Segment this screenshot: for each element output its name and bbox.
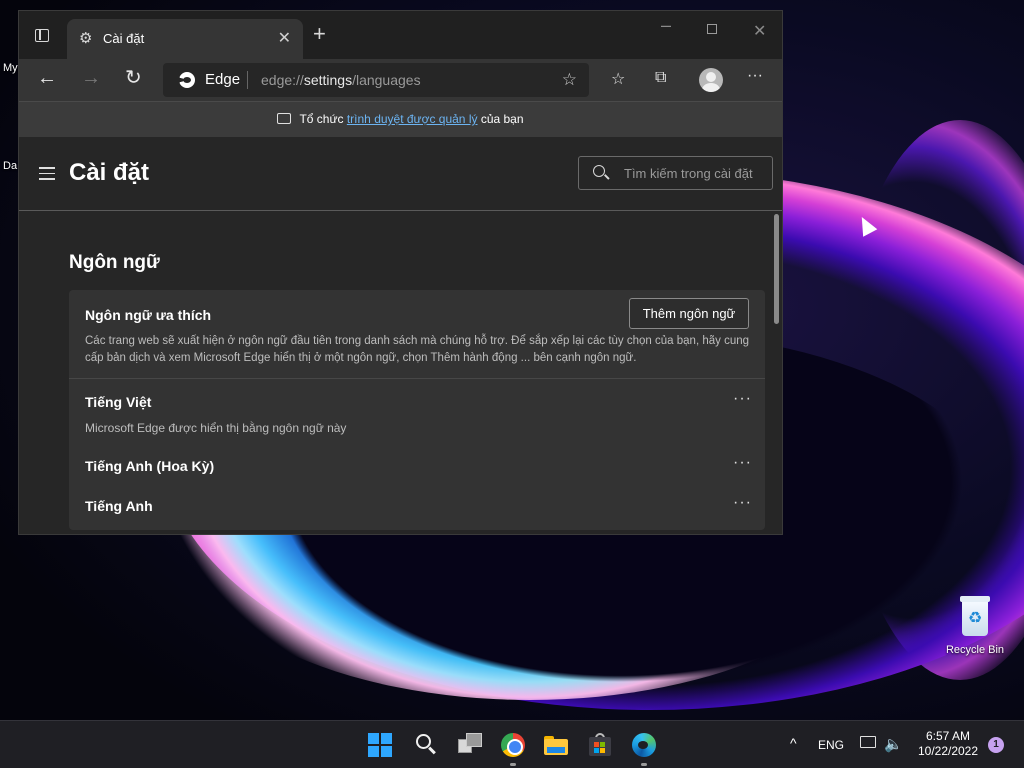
edge-browser-window: ⚙ Cài đặt ✕ + – ✕ ← → ↻ Edge edge://sett… — [18, 10, 783, 535]
section-title: Ngôn ngữ — [69, 252, 160, 273]
running-indicator — [510, 763, 516, 766]
favorites-icon[interactable]: ☆ — [611, 69, 625, 89]
hamburger-menu-icon[interactable] — [39, 167, 55, 184]
managed-browser-banner: Tổ chức trình duyệt được quản lý của bạn — [19, 101, 782, 137]
settings-page: Cài đặt Tìm kiếm trong cài đặt Ngôn ngữ … — [19, 137, 782, 534]
clock-date: 10/22/2022 — [917, 744, 979, 758]
preferred-languages-description: Các trang web sẽ xuất hiện ở ngôn ngữ đầ… — [85, 335, 750, 364]
running-indicator — [641, 763, 647, 766]
desktop-icon-label-partial[interactable]: Da — [3, 160, 17, 172]
banner-prefix: Tổ chức — [299, 112, 347, 126]
refresh-icon[interactable]: ↻ — [125, 67, 142, 89]
desktop-icon-label-partial[interactable]: My — [3, 62, 18, 74]
add-favorite-icon[interactable]: ☆ — [562, 70, 577, 90]
url-text[interactable]: edge://settings/languages — [261, 72, 421, 88]
address-bar[interactable]: Edge edge://settings/languages ☆ — [163, 63, 589, 97]
window-close-button[interactable]: ✕ — [753, 21, 766, 41]
back-arrow-icon[interactable]: ← — [37, 67, 57, 89]
preferred-languages-card: Ngôn ngữ ưa thích Thêm ngôn ngữ Các tran… — [69, 290, 765, 530]
edge-icon[interactable] — [632, 733, 656, 757]
settings-header: Cài đặt Tìm kiếm trong cài đặt — [19, 137, 782, 211]
language-more-actions-button[interactable]: ··· — [733, 494, 752, 512]
clock-time: 6:57 AM — [925, 729, 971, 743]
notification-badge[interactable]: 1 — [988, 737, 1004, 753]
settings-content: Ngôn ngữ Ngôn ngữ ưa thích Thêm ngôn ngữ… — [19, 212, 774, 534]
title-bar: ⚙ Cài đặt ✕ + – ✕ — [19, 11, 782, 59]
search-placeholder: Tìm kiếm trong cài đặt — [624, 166, 753, 181]
tab-actions-icon[interactable] — [29, 25, 55, 47]
language-more-actions-button[interactable]: ··· — [733, 454, 752, 472]
chrome-icon[interactable] — [501, 733, 525, 757]
tab-title: Cài đặt — [103, 31, 145, 46]
language-item-subtitle: Microsoft Edge được hiển thị bằng ngôn n… — [85, 421, 347, 435]
managed-link[interactable]: trình duyệt được quản lý — [347, 112, 478, 126]
tab-settings[interactable]: ⚙ Cài đặt ✕ — [67, 19, 303, 59]
address-brand: Edge — [205, 71, 241, 88]
add-language-button[interactable]: Thêm ngôn ngữ — [629, 298, 749, 329]
forward-arrow-icon[interactable]: → — [81, 67, 101, 89]
recycle-bin-icon: ♻ — [958, 594, 992, 638]
taskbar: ^ ENG 🔈 6:57 AM 10/22/2022 1 — [0, 720, 1024, 768]
profile-avatar-icon[interactable] — [699, 68, 723, 92]
language-item-name: Tiếng Anh — [85, 498, 153, 514]
settings-search-input[interactable]: Tìm kiếm trong cài đặt — [578, 156, 773, 190]
gear-icon: ⚙ — [79, 30, 93, 47]
language-item-name: Tiếng Anh (Hoa Kỳ) — [85, 458, 215, 474]
collections-icon[interactable]: ⧉ — [655, 69, 666, 87]
card-divider — [69, 378, 765, 379]
preferred-languages-heading: Ngôn ngữ ưa thích — [85, 307, 212, 323]
minimize-button[interactable]: – — [661, 15, 671, 36]
taskbar-search-icon[interactable] — [414, 733, 438, 757]
language-more-actions-button[interactable]: ··· — [733, 390, 752, 408]
microsoft-store-icon[interactable] — [588, 733, 612, 757]
scrollbar-thumb[interactable] — [774, 214, 779, 324]
file-explorer-icon[interactable] — [544, 733, 568, 757]
input-language-indicator[interactable]: ENG — [818, 738, 844, 768]
url-prefix: edge:// — [261, 72, 304, 88]
url-path: /languages — [352, 72, 421, 88]
start-button[interactable] — [368, 733, 392, 757]
settings-scrollbar[interactable] — [772, 212, 782, 534]
volume-icon[interactable]: 🔈 — [884, 735, 903, 768]
page-title: Cài đặt — [69, 159, 150, 186]
url-host: settings — [303, 72, 353, 88]
show-hidden-icons-chevron-icon[interactable]: ^ — [790, 735, 797, 768]
network-icon[interactable] — [860, 736, 876, 748]
more-menu-icon[interactable]: ··· — [747, 67, 763, 85]
maximize-button[interactable] — [707, 21, 717, 37]
recycle-bin[interactable]: ♻ Recycle Bin — [938, 594, 1012, 656]
language-item-name: Tiếng Việt — [85, 394, 152, 410]
recycle-bin-label: Recycle Bin — [945, 644, 1005, 656]
search-icon — [593, 165, 605, 177]
briefcase-icon — [277, 113, 292, 124]
tab-close-icon[interactable]: ✕ — [278, 28, 291, 48]
task-view-icon[interactable] — [458, 733, 482, 757]
edge-logo-icon — [179, 72, 195, 88]
new-tab-button[interactable]: + — [313, 23, 326, 45]
clock[interactable]: 6:57 AM 10/22/2022 — [912, 729, 984, 768]
banner-suffix: của bạn — [477, 112, 524, 126]
address-separator — [247, 71, 248, 89]
browser-toolbar: ← → ↻ Edge edge://settings/languages ☆ ☆… — [19, 59, 782, 101]
